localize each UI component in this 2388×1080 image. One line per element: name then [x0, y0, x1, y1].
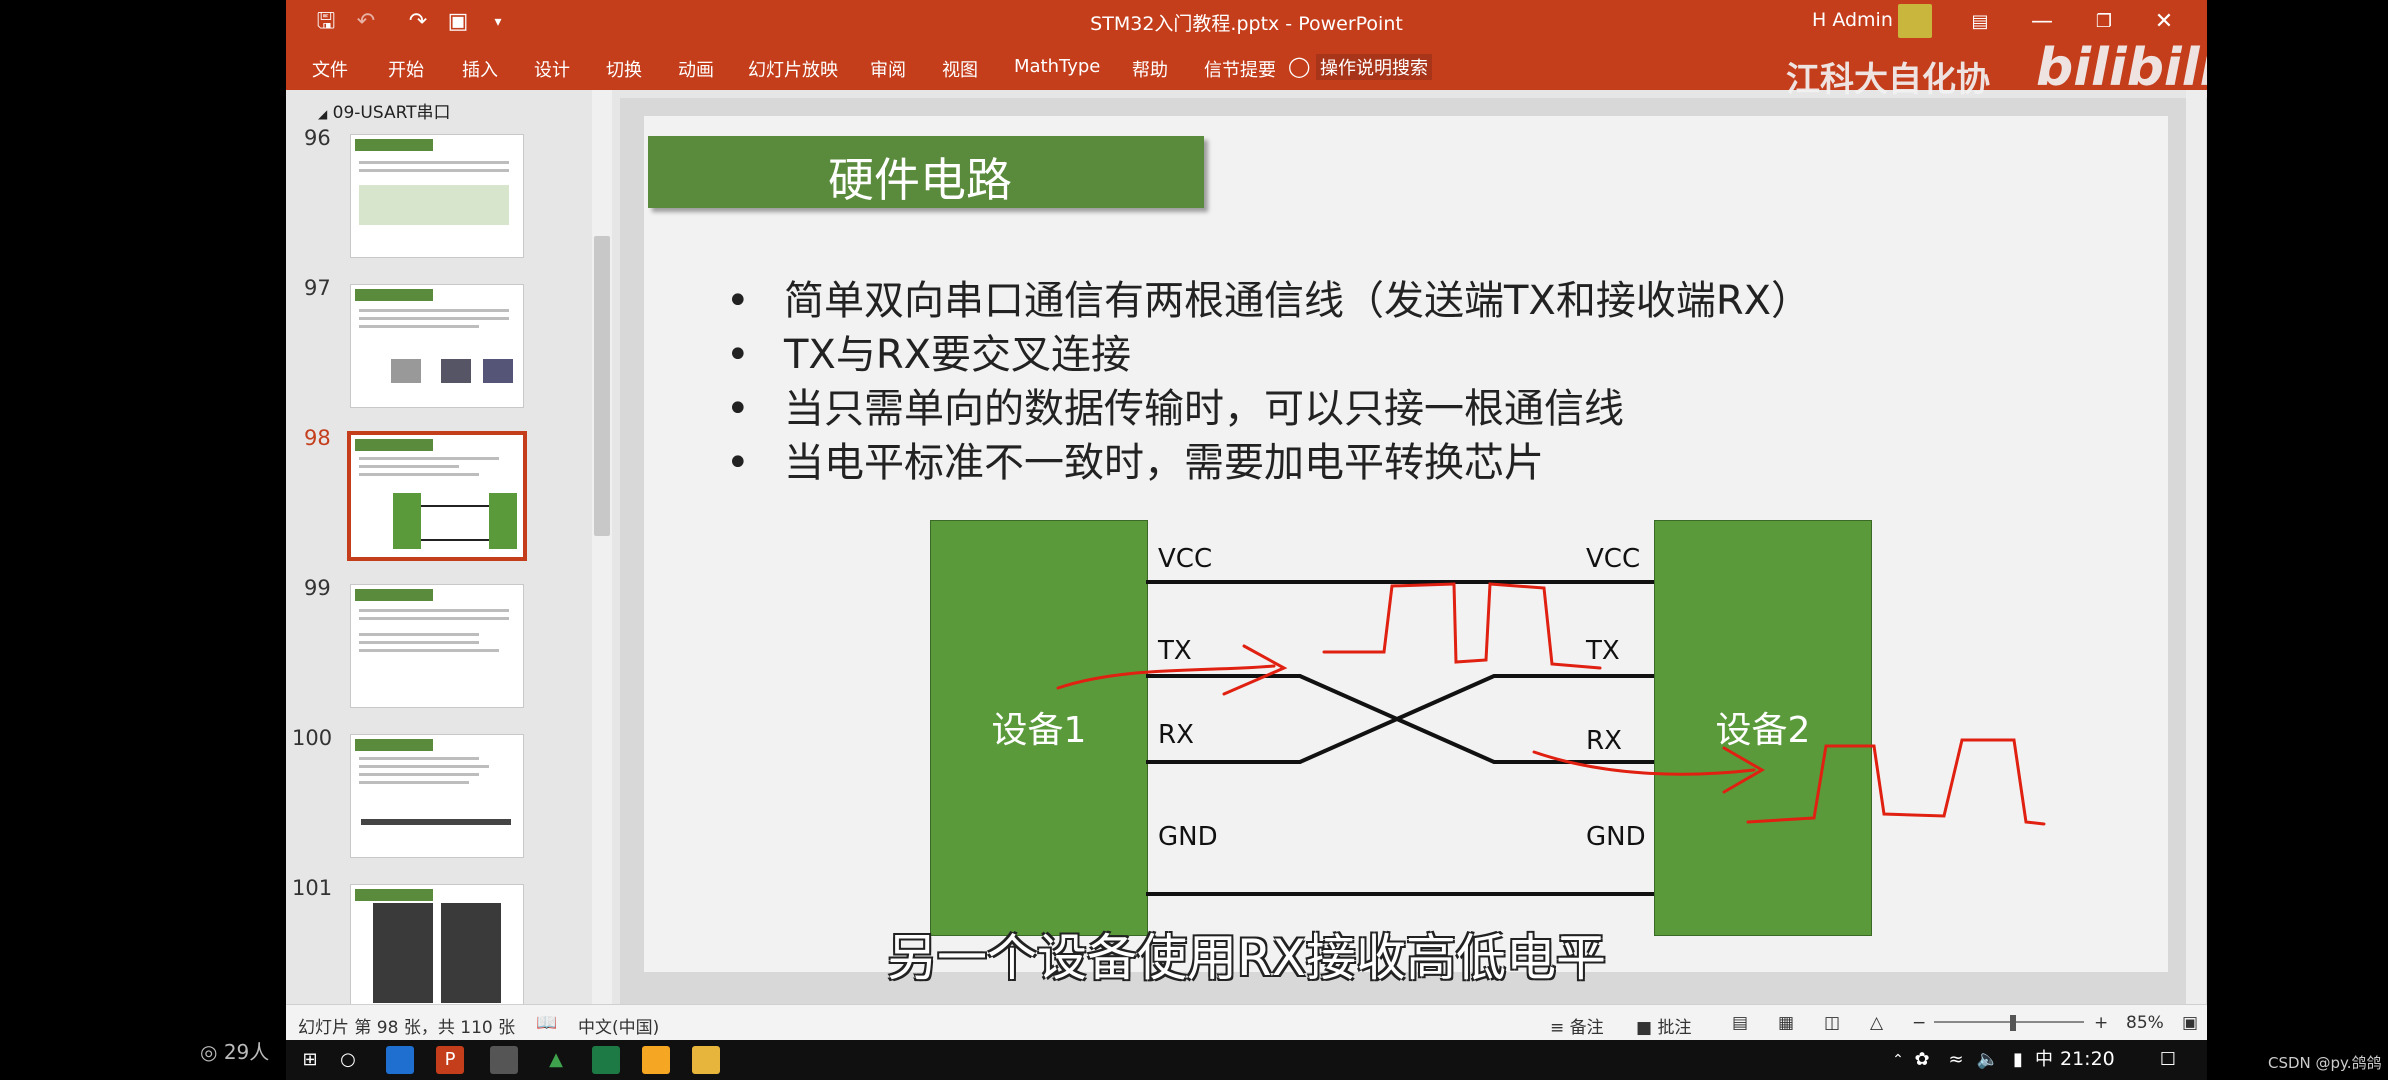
thumbnail-scroll-thumb[interactable] [594, 236, 610, 536]
zoom-in-icon[interactable]: + [2094, 1013, 2108, 1033]
slide-thumbnail-96[interactable] [350, 134, 524, 258]
tab-mathtype[interactable]: MathType [1014, 56, 1100, 77]
thumbnail-scrollbar[interactable] [592, 90, 612, 1004]
tab-help[interactable]: 帮助 [1132, 56, 1168, 82]
comment-icon: ■ [1636, 1018, 1653, 1038]
ribbon-display-icon[interactable]: ▤ [1958, 6, 2002, 38]
normal-view-icon[interactable]: ▤ [1732, 1013, 1748, 1033]
language-indicator[interactable]: 中文(中国) [578, 1013, 659, 1038]
notes-icon: ≡ [1550, 1018, 1565, 1038]
task-view-icon[interactable]: ○ [334, 1046, 362, 1074]
zoom-level[interactable]: 85% [2126, 1013, 2164, 1033]
notes-button[interactable]: ≡ 备注 [1550, 1013, 1604, 1038]
tab-design[interactable]: 设计 [534, 56, 570, 82]
slide-thumbnail-98[interactable] [347, 431, 527, 561]
zoom-out-icon[interactable]: − [1912, 1013, 1926, 1033]
start-icon[interactable]: ⊞ [296, 1046, 324, 1074]
wave-app-icon[interactable]: ▲ [542, 1046, 570, 1074]
collapse-triangle-icon[interactable]: ◢ [318, 107, 327, 121]
restore-icon[interactable]: ❐ [2082, 6, 2126, 38]
powerpoint-window: 🖫 ↶ ↷ ▣ ▾ STM32入门教程.pptx - PowerPoint H … [286, 0, 2207, 1040]
slide-number: 100 [292, 726, 333, 750]
section-title: 09-USART串口 [332, 103, 451, 123]
ime-indicator[interactable]: 中 [2030, 1046, 2058, 1074]
watermark-bilibili: bilibili [2036, 38, 2207, 98]
notification-icon[interactable]: ☐ [2154, 1046, 2182, 1074]
slideshow-view-icon[interactable]: △ [1870, 1013, 1883, 1033]
tx-waveform [1322, 582, 1602, 670]
clock[interactable]: 21:20 [2060, 1048, 2115, 1070]
slide-number: 97 [304, 276, 331, 300]
lightbulb-icon: ◯ [1288, 54, 1311, 78]
wiring-diagram [1056, 580, 2046, 896]
slide-number: 96 [304, 126, 331, 150]
volume-icon[interactable]: 🔈 [1974, 1046, 2002, 1074]
excel-icon[interactable] [592, 1046, 620, 1074]
chrome-icon[interactable] [642, 1046, 670, 1074]
slide-number: 99 [304, 576, 331, 600]
tab-home[interactable]: 开始 [388, 56, 424, 82]
slide-thumbnail-panel: ◢ 09-USART串口 96 97 98 99 100 101 [286, 90, 616, 1008]
tab-slideshow[interactable]: 幻灯片放映 [748, 56, 838, 82]
video-subtitle: 另一个设备使用RX接收高低电平 [887, 929, 1606, 987]
folder-icon[interactable] [692, 1046, 720, 1074]
user-name[interactable]: H Admin [1812, 9, 1893, 31]
tab-animations[interactable]: 动画 [678, 56, 714, 82]
fit-slide-icon[interactable]: ▣ [2182, 1013, 2198, 1033]
windows-taskbar: ⊞ ○ P ▲ ⌃ ✿ ≈ 🔈 ▮ 中 21:20 ☐ [286, 1040, 2207, 1080]
slide-counter: 幻灯片 第 98 张，共 110 张 [298, 1018, 516, 1038]
zoom-slider-thumb[interactable] [2010, 1015, 2016, 1031]
red-annotations [1056, 582, 2046, 826]
slide-thumbnail-100[interactable] [350, 734, 524, 858]
comments-button[interactable]: ■ 批注 [1636, 1013, 1691, 1038]
edge-icon[interactable] [386, 1046, 414, 1074]
tray-app-icon[interactable]: ✿ [1908, 1046, 1936, 1074]
status-bar: 幻灯片 第 98 张，共 110 张 📖 中文(中国) ≡ 备注 ■ 批注 ▤ … [286, 1004, 2207, 1040]
powerpoint-icon[interactable]: P [436, 1046, 464, 1074]
notes-label: 备注 [1569, 1018, 1604, 1038]
tab-outline[interactable]: 信节提要 [1204, 56, 1276, 82]
zoom-slider[interactable] [1934, 1021, 2084, 1023]
minimize-icon[interactable]: — [2020, 6, 2064, 38]
slide-number: 101 [292, 876, 333, 900]
tab-review[interactable]: 审阅 [870, 56, 906, 82]
battery-icon[interactable]: ▮ [2004, 1046, 2032, 1074]
section-header[interactable]: ◢ 09-USART串口 [318, 98, 451, 123]
title-bar: 🖫 ↶ ↷ ▣ ▾ STM32入门教程.pptx - PowerPoint H … [286, 0, 2207, 44]
app-icon[interactable] [490, 1046, 518, 1074]
csdn-watermark: CSDN @py.鸽鸽 [2268, 1054, 2382, 1072]
tell-me-search[interactable]: 操作说明搜索 [1316, 54, 1432, 80]
tab-insert[interactable]: 插入 [462, 56, 498, 82]
rx-waveform [1746, 738, 2046, 826]
reading-view-icon[interactable]: ◫ [1824, 1013, 1840, 1033]
slide-number: 98 [304, 426, 331, 450]
comments-label: 批注 [1657, 1018, 1692, 1038]
rx-to-tx-wire [1146, 674, 1654, 764]
spellcheck-icon[interactable]: 📖 [536, 1013, 557, 1033]
sorter-view-icon[interactable]: ▦ [1778, 1013, 1794, 1033]
slide-scrollbar[interactable] [2186, 90, 2206, 1004]
slide-98[interactable]: 硬件电路 • 简单双向串口通信有两根通信线（发送端TX和接收端RX） • TX与RX… [644, 116, 2168, 972]
watermark-club: 江科大自化协 [1786, 60, 1990, 100]
viewer-count: ◎ 29人 [200, 1040, 270, 1064]
avatar[interactable] [1898, 4, 1932, 38]
close-icon[interactable]: ✕ [2142, 6, 2186, 38]
slide-thumbnail-97[interactable] [350, 284, 524, 408]
tab-file[interactable]: 文件 [312, 56, 348, 82]
tab-view[interactable]: 视图 [942, 56, 978, 82]
wifi-icon[interactable]: ≈ [1942, 1046, 1970, 1074]
tab-transitions[interactable]: 切换 [606, 56, 642, 82]
slide-thumbnail-99[interactable] [350, 584, 524, 708]
viewer-count-text: 29人 [223, 1040, 270, 1064]
